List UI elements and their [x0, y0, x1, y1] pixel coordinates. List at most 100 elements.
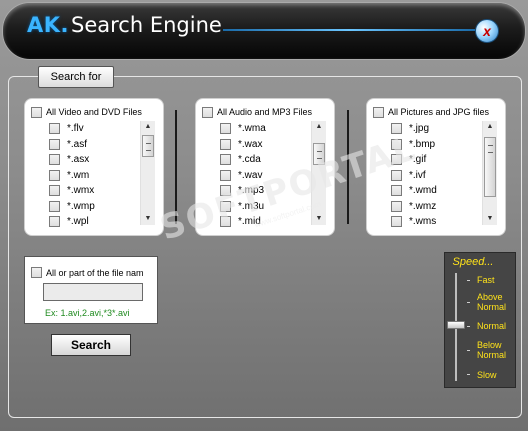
item-checkbox[interactable] [220, 185, 231, 197]
item-checkbox[interactable] [391, 200, 402, 212]
item-checkbox[interactable] [391, 123, 402, 135]
item-checkbox[interactable] [391, 216, 402, 228]
item-label: *.flv [67, 123, 84, 135]
list-item[interactable]: *.m3u [220, 199, 312, 215]
item-checkbox[interactable] [220, 138, 231, 150]
item-checkbox[interactable] [49, 138, 60, 150]
item-label: *.jpg [409, 123, 430, 135]
video-files-list: All Video and DVD Files *.flv *.asf *.as… [24, 98, 164, 236]
list-item[interactable]: *.wmx [49, 183, 141, 199]
audio-all-checkbox[interactable] [202, 106, 213, 118]
item-checkbox[interactable] [391, 169, 402, 181]
filename-option[interactable]: All or part of the file nam [31, 267, 144, 278]
video-all-label: All Video and DVD Files [46, 107, 142, 117]
tick-mark [467, 350, 470, 351]
item-checkbox[interactable] [49, 216, 60, 228]
scroll-down-icon[interactable]: ▼ [312, 213, 326, 225]
audio-files-list: All Audio and MP3 Files *.wma *.wax *.cd… [195, 98, 335, 236]
filename-example: Ex: 1.avi,2.avi,*3*.avi [45, 308, 130, 318]
item-checkbox[interactable] [49, 169, 60, 181]
list-item[interactable]: *.mid [220, 214, 312, 230]
item-checkbox[interactable] [391, 138, 402, 150]
app-window: AK. Search Engine x Search for All Video… [0, 0, 528, 431]
audio-scrollbar[interactable]: ▲ ▼ [311, 121, 326, 225]
scroll-thumb[interactable] [313, 143, 325, 165]
scroll-thumb[interactable] [142, 135, 154, 157]
scroll-down-icon[interactable]: ▼ [141, 213, 155, 225]
list-item[interactable]: *.wax [220, 137, 312, 153]
item-checkbox[interactable] [220, 200, 231, 212]
scroll-down-icon[interactable]: ▼ [483, 213, 497, 225]
list-item[interactable]: *.wma [220, 121, 312, 137]
item-label: *.wmx [67, 185, 95, 197]
search-button[interactable]: Search [51, 334, 131, 356]
list-item[interactable]: *.asf [49, 137, 141, 153]
list-item[interactable]: *.cda [220, 152, 312, 168]
list-item[interactable]: *.flv [49, 121, 141, 137]
speed-title: Speed... [452, 256, 494, 268]
list-item[interactable]: *.gif [391, 152, 483, 168]
item-checkbox[interactable] [220, 216, 231, 228]
scroll-up-icon[interactable]: ▲ [483, 121, 497, 133]
item-label: *.m3u [238, 200, 265, 212]
item-checkbox[interactable] [391, 154, 402, 166]
list-item[interactable]: *.wm [49, 168, 141, 184]
picture-items: *.jpg *.bmp *.gif *.ivf *.wmd *.wmz *.wm… [391, 121, 483, 230]
app-title: Search Engine [71, 13, 222, 37]
item-checkbox[interactable] [220, 154, 231, 166]
filename-box: All or part of the file nam Ex: 1.avi,2.… [24, 256, 158, 324]
item-checkbox[interactable] [391, 185, 402, 197]
speed-label-slow[interactable]: Slow [477, 370, 497, 380]
scroll-up-icon[interactable]: ▲ [312, 121, 326, 133]
speed-panel: Speed... Fast Above Normal Normal Below … [444, 252, 516, 388]
speed-label-below-normal[interactable]: Below Normal [477, 340, 513, 360]
item-label: *.wms [409, 216, 437, 228]
speed-label-above-normal[interactable]: Above Normal [477, 292, 513, 312]
list-item[interactable]: *.wmd [391, 183, 483, 199]
title-bar[interactable]: AK. Search Engine x [2, 2, 526, 60]
video-all-option[interactable]: All Video and DVD Files [31, 105, 142, 119]
speed-slider-thumb[interactable] [447, 321, 465, 329]
item-checkbox[interactable] [49, 200, 60, 212]
video-items: *.flv *.asf *.asx *.wm *.wmx *.wmp *.wpl [49, 121, 141, 230]
list-item[interactable]: *.mp3 [220, 183, 312, 199]
filename-input[interactable] [43, 283, 143, 301]
list-item[interactable]: *.wmz [391, 199, 483, 215]
scroll-thumb[interactable] [484, 137, 496, 197]
list-item[interactable]: *.bmp [391, 137, 483, 153]
item-label: *.asf [67, 138, 88, 150]
list-item[interactable]: *.wav [220, 168, 312, 184]
item-label: *.wax [238, 138, 263, 150]
item-checkbox[interactable] [220, 123, 231, 135]
title-divider [223, 29, 475, 31]
list-item[interactable]: *.jpg [391, 121, 483, 137]
video-all-checkbox[interactable] [31, 106, 42, 118]
item-label: *.wm [67, 169, 90, 181]
audio-all-option[interactable]: All Audio and MP3 Files [202, 105, 312, 119]
pictures-all-option[interactable]: All Pictures and JPG files [373, 105, 489, 119]
item-checkbox[interactable] [49, 123, 60, 135]
list-item[interactable]: *.wmp [49, 199, 141, 215]
close-button[interactable]: x [475, 19, 499, 43]
item-checkbox[interactable] [49, 154, 60, 166]
item-label: *.wav [238, 169, 263, 181]
filename-checkbox[interactable] [31, 267, 42, 278]
list-item[interactable]: *.ivf [391, 168, 483, 184]
scroll-up-icon[interactable]: ▲ [141, 121, 155, 133]
item-label: *.wmd [409, 185, 437, 197]
item-label: *.wpl [67, 216, 89, 228]
video-scrollbar[interactable]: ▲ ▼ [140, 121, 155, 225]
search-for-label: Search for [38, 66, 114, 88]
item-label: *.bmp [409, 138, 436, 150]
pictures-all-checkbox[interactable] [373, 106, 384, 118]
item-checkbox[interactable] [220, 169, 231, 181]
item-checkbox[interactable] [49, 185, 60, 197]
tick-mark [467, 302, 470, 303]
list-item[interactable]: *.wpl [49, 214, 141, 230]
tick-mark [467, 280, 470, 281]
speed-label-fast[interactable]: Fast [477, 275, 495, 285]
list-item[interactable]: *.wms [391, 214, 483, 230]
pictures-scrollbar[interactable]: ▲ ▼ [482, 121, 497, 225]
speed-label-normal[interactable]: Normal [477, 321, 506, 331]
list-item[interactable]: *.asx [49, 152, 141, 168]
